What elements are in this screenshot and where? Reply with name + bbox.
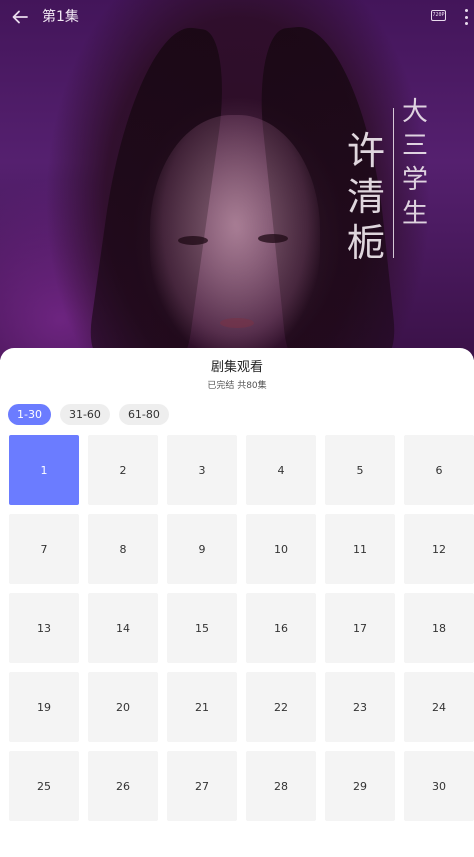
episode-range-tabs: 1-30 31-60 61-80 [8, 404, 178, 426]
range-tab[interactable]: 31-60 [59, 404, 110, 425]
caption-divider [393, 108, 394, 258]
arrow-left-icon [12, 10, 28, 24]
video-frame[interactable]: 许清栀 大三学生 第1集 720P [0, 0, 474, 360]
episode-tile[interactable]: 22 [246, 672, 316, 742]
episode-tile[interactable]: 2 [88, 435, 158, 505]
episode-tile[interactable]: 17 [325, 593, 395, 663]
more-vertical-icon [464, 22, 468, 25]
episode-tile[interactable]: 11 [325, 514, 395, 584]
episode-sheet: 剧集观看 已完结 共80集 1-30 31-60 61-80 1 2 3 4 5… [0, 348, 474, 857]
episode-tile[interactable]: 5 [325, 435, 395, 505]
episode-tile[interactable]: 13 [9, 593, 79, 663]
video-content-eye [178, 236, 208, 245]
episode-tile[interactable]: 14 [88, 593, 158, 663]
episode-tile[interactable]: 7 [9, 514, 79, 584]
episode-tile[interactable]: 23 [325, 672, 395, 742]
episode-tile[interactable]: 4 [246, 435, 316, 505]
episode-tile[interactable]: 21 [167, 672, 237, 742]
more-vertical-icon [464, 9, 468, 12]
back-button[interactable] [8, 5, 32, 29]
episode-tile[interactable]: 9 [167, 514, 237, 584]
episode-tile[interactable]: 24 [404, 672, 474, 742]
episode-tile[interactable]: 26 [88, 751, 158, 821]
quality-button[interactable]: 720P [430, 9, 447, 22]
episode-tile[interactable]: 3 [167, 435, 237, 505]
episode-tile[interactable]: 19 [9, 672, 79, 742]
episode-grid: 1 2 3 4 5 6 7 8 9 10 11 12 13 14 15 16 1… [9, 435, 474, 821]
caption-character-role: 大三学生 [401, 97, 428, 229]
episode-tile[interactable]: 12 [404, 514, 474, 584]
episode-tile[interactable]: 18 [404, 593, 474, 663]
episode-tile[interactable]: 28 [246, 751, 316, 821]
episode-tile[interactable]: 30 [404, 751, 474, 821]
quality-label: 720P [432, 12, 445, 18]
episode-tile[interactable]: 16 [246, 593, 316, 663]
episode-tile[interactable]: 6 [404, 435, 474, 505]
episode-tile[interactable]: 25 [9, 751, 79, 821]
sheet-title: 剧集观看 [210, 360, 263, 375]
episode-tile[interactable]: 8 [88, 514, 158, 584]
episode-tile[interactable]: 10 [246, 514, 316, 584]
episode-tile[interactable]: 20 [88, 672, 158, 742]
caption-character-name: 许清栀 [346, 129, 385, 265]
range-tab[interactable]: 1-30 [8, 404, 51, 425]
range-tab[interactable]: 61-80 [118, 404, 169, 425]
episode-tile[interactable]: 27 [167, 751, 237, 821]
more-vertical-icon [464, 15, 468, 19]
video-content-mouth [220, 318, 254, 328]
sheet-subtitle: 已完结 共80集 [207, 381, 267, 391]
episode-title: 第1集 [42, 9, 79, 25]
quality-icon: 720P [431, 10, 446, 21]
video-content-eye [258, 234, 288, 243]
player-screen: 许清栀 大三学生 第1集 720P 剧集观看 已完结 共80集 1-30 31-… [0, 0, 474, 857]
episode-tile[interactable]: 1 [9, 435, 79, 505]
top-bar: 第1集 720P [0, 0, 474, 34]
episode-tile[interactable]: 29 [325, 751, 395, 821]
episode-tile[interactable]: 15 [167, 593, 237, 663]
more-options-button[interactable] [462, 9, 470, 25]
